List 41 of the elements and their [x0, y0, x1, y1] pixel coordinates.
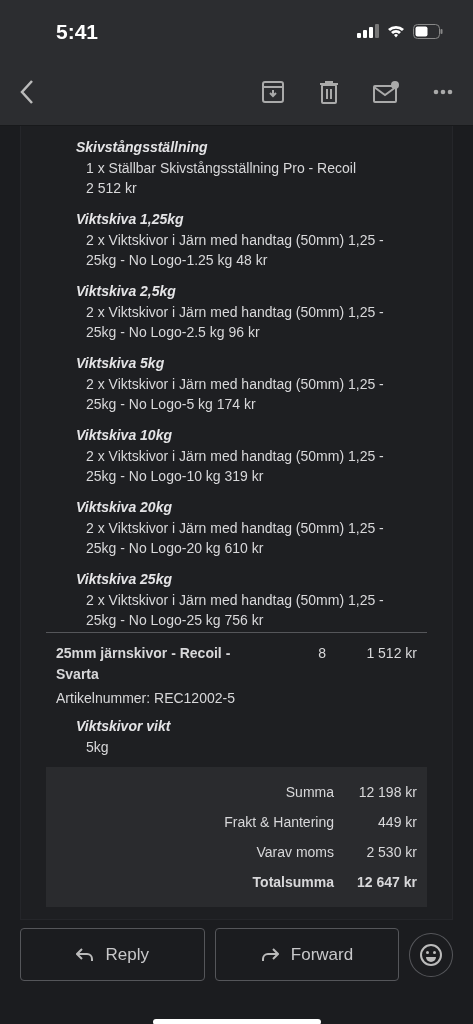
- option-title: Viktskiva 5kg: [76, 354, 166, 373]
- signal-icon: [357, 24, 379, 38]
- product-price: 1 512 kr: [365, 644, 417, 663]
- option-title: Viktskiva 1,25kg: [76, 210, 185, 229]
- option-value: 5kg: [85, 738, 110, 757]
- product-sku: Artikelnummer: REC12002-5: [56, 689, 236, 708]
- option-description: 2 x Viktskivor i Järn med handtag (50mm) 1,25 - 25kg - No Logo-25 kg 756 kr: [85, 591, 385, 630]
- option-title: Viktskiva 2,5kg: [76, 282, 177, 301]
- option-description: 1 x Ställbar Skivstångsställning Pro - Recoil 2 512 kr: [85, 159, 357, 198]
- total-value: 2 530 kr: [365, 843, 417, 862]
- option-title: Viktskiva 10kg: [76, 426, 173, 445]
- more-button[interactable]: [431, 87, 455, 97]
- smiley-icon: [419, 942, 444, 967]
- reply-button[interactable]: Reply: [20, 928, 205, 981]
- total-value: 449 kr: [377, 813, 417, 832]
- archive-button[interactable]: [259, 78, 287, 106]
- forward-arrow-icon: [260, 947, 279, 962]
- total-value: 12 198 kr: [357, 783, 417, 802]
- product-quantity: 8: [317, 644, 326, 663]
- forward-button[interactable]: Forward: [214, 928, 400, 981]
- option-description: 2 x Viktskivor i Järn med handtag (50mm) 1,25 - 25kg - No Logo-10 kg 319 kr: [85, 447, 385, 486]
- status-time: 5:41: [56, 19, 99, 44]
- total-value: 12 647 kr: [356, 873, 417, 892]
- total-label: Varav moms: [256, 843, 334, 862]
- option-description: 2 x Viktskivor i Järn med handtag (50mm) 1,25 - 25kg - No Logo-5 kg 174 kr: [85, 375, 385, 414]
- option-description: 2 x Viktskivor i Järn med handtag (50mm) 1,25 - 25kg - No Logo-20 kg 610 kr: [85, 519, 385, 558]
- total-label: Summa: [285, 783, 334, 802]
- total-label: Frakt & Hantering: [224, 813, 334, 832]
- option-title: Viktskivor vikt: [76, 717, 172, 736]
- option-description: 2 x Viktskivor i Järn med handtag (50mm) 1,25 - 25kg - No Logo-1.25 kg 48 kr: [85, 231, 385, 270]
- option-title: Viktskiva 25kg: [76, 570, 173, 589]
- mail-button[interactable]: [371, 78, 401, 106]
- total-label: Totalsumma: [252, 873, 334, 892]
- trash-button[interactable]: [317, 78, 341, 106]
- reply-arrow-icon: [75, 947, 94, 962]
- product-name: 25mm järnskivor - Recoil - Svarta: [56, 644, 232, 684]
- option-title: Skivstångsställning: [76, 138, 209, 157]
- option-title: Viktskiva 20kg: [76, 498, 173, 517]
- battery-icon: [413, 23, 443, 39]
- option-description: 2 x Viktskivor i Järn med handtag (50mm) 1,25 - 25kg - No Logo-2.5 kg 96 kr: [85, 303, 385, 342]
- wifi-icon: [387, 24, 405, 38]
